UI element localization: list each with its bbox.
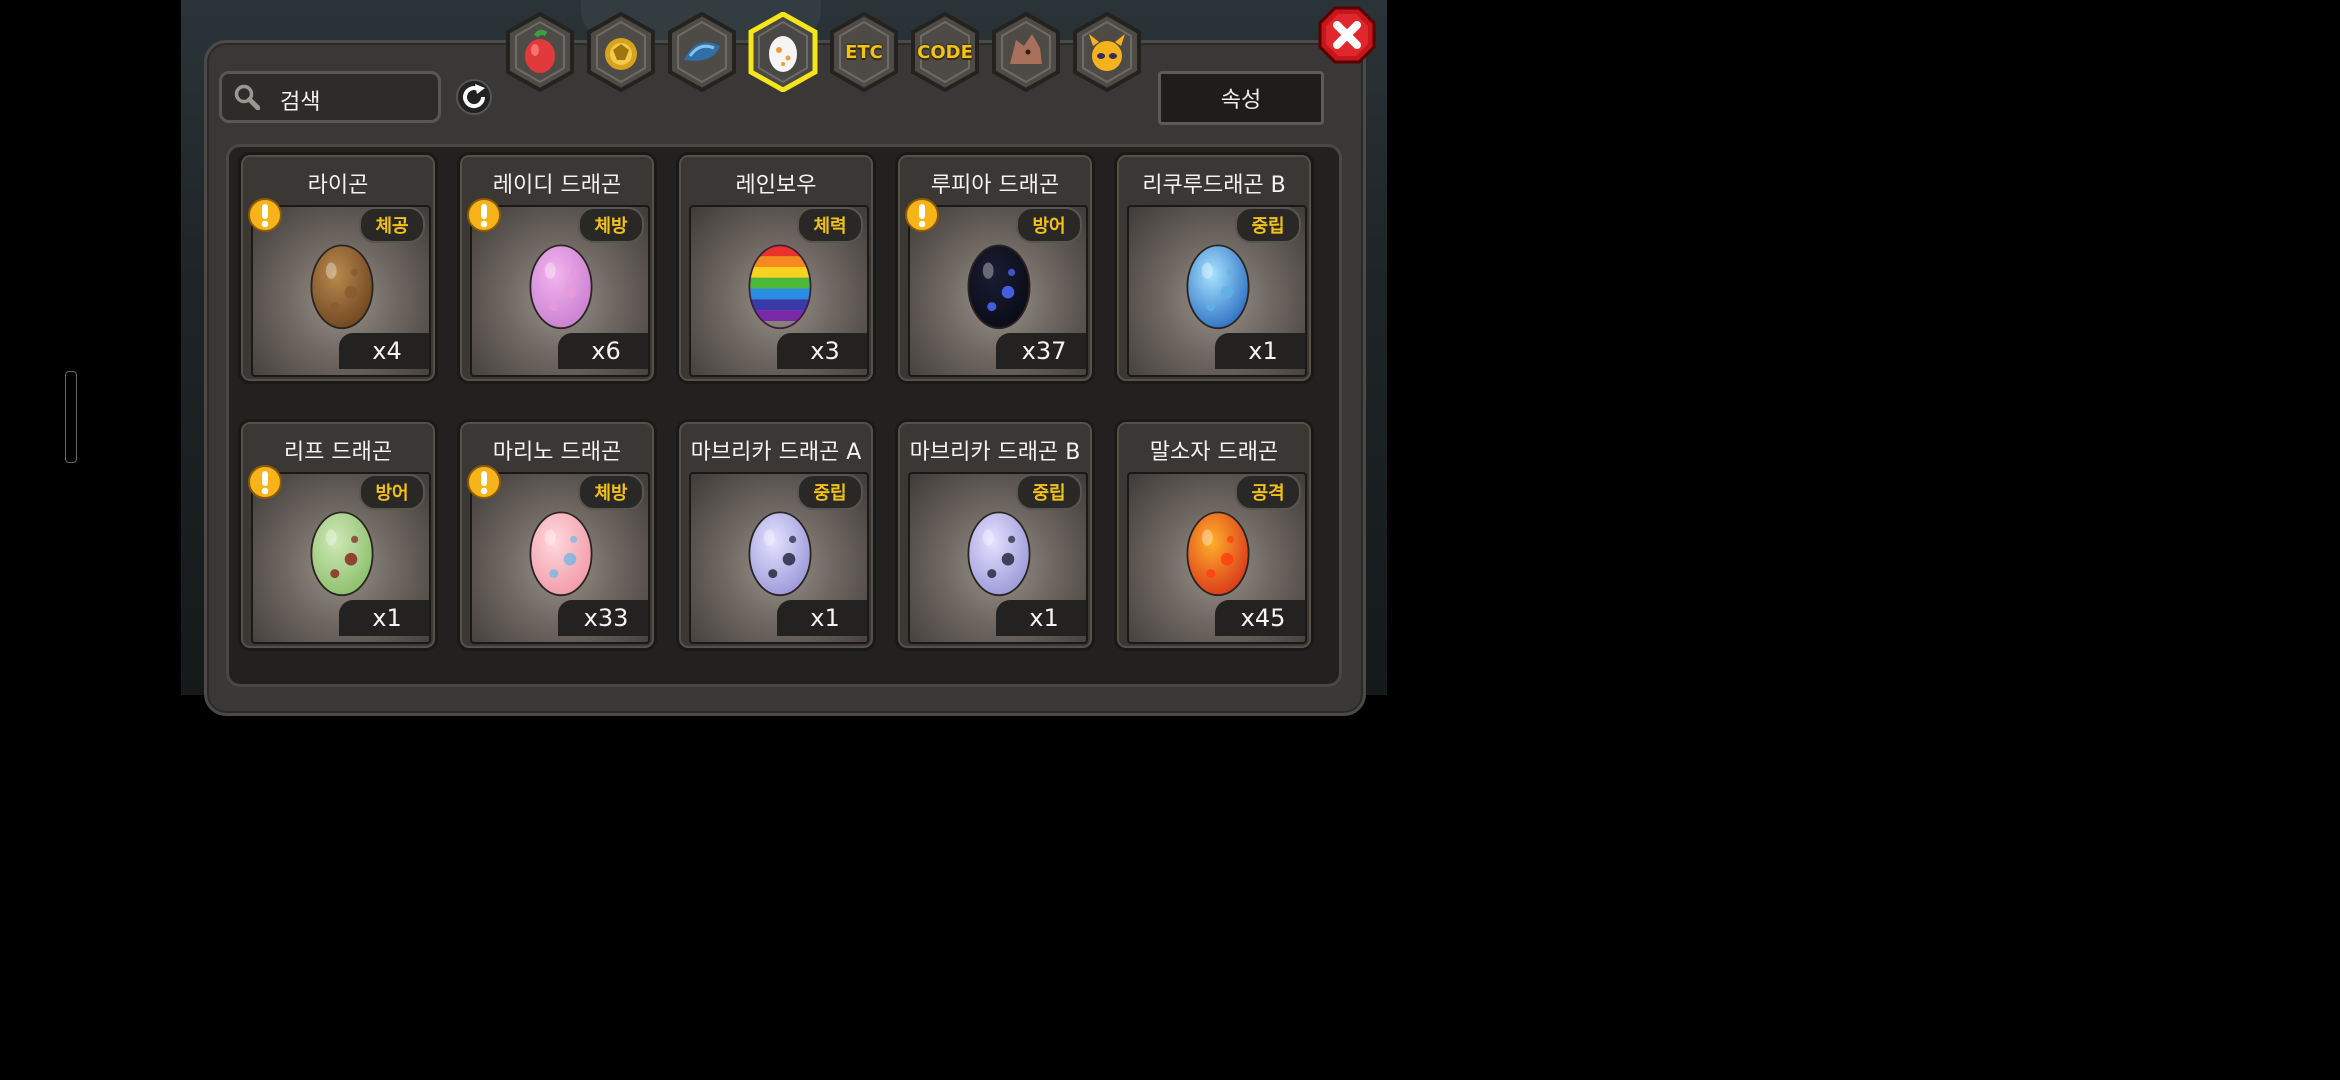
attribute-badge: 방어: [359, 474, 425, 510]
tab-dragon[interactable]: [990, 12, 1062, 92]
egg-card[interactable]: 리쿠루드래곤 B 중립 x1: [1114, 152, 1314, 384]
egg-count: x1: [339, 600, 429, 636]
egg-name: 마리노 드래곤: [492, 440, 622, 465]
egg-card[interactable]: 레인보우체력 x3: [676, 152, 876, 384]
egg-count: x37: [996, 333, 1086, 369]
egg-name: 라이곤: [307, 173, 369, 198]
attribute-badge: 중립: [797, 474, 863, 510]
tab-etc[interactable]: ETC: [828, 12, 900, 92]
attribute-button[interactable]: 속성: [1158, 71, 1324, 125]
egg-icon: [1186, 511, 1250, 597]
egg-name: 레이디 드래곤: [492, 173, 622, 198]
fruit-icon: [506, 12, 574, 92]
attribute-badge: 중립: [1016, 474, 1082, 510]
close-icon[interactable]: [1318, 6, 1376, 64]
egg-count: x6: [558, 333, 648, 369]
egg-card[interactable]: 리프 드래곤방어 x1: [238, 419, 438, 651]
egg-icon: [748, 12, 818, 92]
egg-card[interactable]: 레이디 드래곤체방 x6: [457, 152, 657, 384]
egg-count: x1: [1215, 333, 1305, 369]
egg-icon: [967, 511, 1031, 597]
side-handle[interactable]: [65, 371, 77, 463]
egg-icon: [748, 511, 812, 597]
attribute-badge: 중립: [1235, 207, 1301, 243]
tab-label: CODE: [917, 41, 973, 63]
attribute-badge: 체방: [578, 474, 644, 510]
egg-count: x1: [777, 600, 867, 636]
refresh-icon[interactable]: [455, 78, 493, 116]
egg-count: x4: [339, 333, 429, 369]
egg-icon: [967, 244, 1031, 330]
alert-icon: [905, 198, 939, 232]
egg-card[interactable]: 마브리카 드래곤 B 중립 x1: [895, 419, 1095, 651]
attribute-badge: 공격: [1235, 474, 1301, 510]
egg-card[interactable]: 마브리카 드래곤 A 중립 x1: [676, 419, 876, 651]
dragon-icon: [992, 12, 1060, 92]
egg-card[interactable]: 마리노 드래곤체방 x33: [457, 419, 657, 651]
egg-count: x33: [558, 600, 648, 636]
attribute-badge: 방어: [1016, 207, 1082, 243]
tab-gold[interactable]: [585, 12, 657, 92]
tab-egg[interactable]: [747, 12, 819, 92]
egg-icon: [310, 511, 374, 597]
tab-code[interactable]: CODE: [909, 12, 981, 92]
egg-name: 마브리카 드래곤 B: [909, 440, 1081, 465]
egg-card[interactable]: 말소자 드래곤공격 x45: [1114, 419, 1314, 651]
attribute-badge: 체력: [797, 207, 863, 243]
egg-card[interactable]: 루피아 드래곤방어 x37: [895, 152, 1095, 384]
egg-name: 리프 드래곤: [283, 440, 393, 465]
search-placeholder: 검색: [280, 90, 321, 115]
egg-name: 말소자 드래곤: [1149, 440, 1279, 465]
alert-icon: [248, 465, 282, 499]
creature-icon: [668, 12, 736, 92]
tab-fruit[interactable]: [504, 12, 576, 92]
search-field[interactable]: 검색: [219, 71, 441, 123]
egg-name: 리쿠루드래곤 B: [1142, 173, 1286, 198]
tab-spirit[interactable]: [1071, 12, 1143, 92]
egg-name: 루피아 드래곤: [930, 173, 1060, 198]
spirit-icon: [1073, 12, 1141, 92]
alert-icon: [248, 198, 282, 232]
egg-name: 마브리카 드래곤 A: [690, 440, 862, 465]
tab-label: ETC: [845, 41, 883, 63]
attribute-badge: 체공: [359, 207, 425, 243]
attribute-badge: 체방: [578, 207, 644, 243]
alert-icon: [467, 198, 501, 232]
egg-icon: [529, 244, 593, 330]
search-icon: [234, 84, 260, 110]
alert-icon: [467, 465, 501, 499]
gold-icon: [587, 12, 655, 92]
egg-count: x3: [777, 333, 867, 369]
egg-icon: [310, 244, 374, 330]
egg-icon: [748, 244, 812, 330]
egg-icon: [1186, 244, 1250, 330]
egg-card[interactable]: 라이곤체공 x4: [238, 152, 438, 384]
egg-icon: [529, 511, 593, 597]
egg-name: 레인보우: [735, 173, 817, 198]
tab-creature[interactable]: [666, 12, 738, 92]
egg-count: x1: [996, 600, 1086, 636]
egg-count: x45: [1215, 600, 1305, 636]
